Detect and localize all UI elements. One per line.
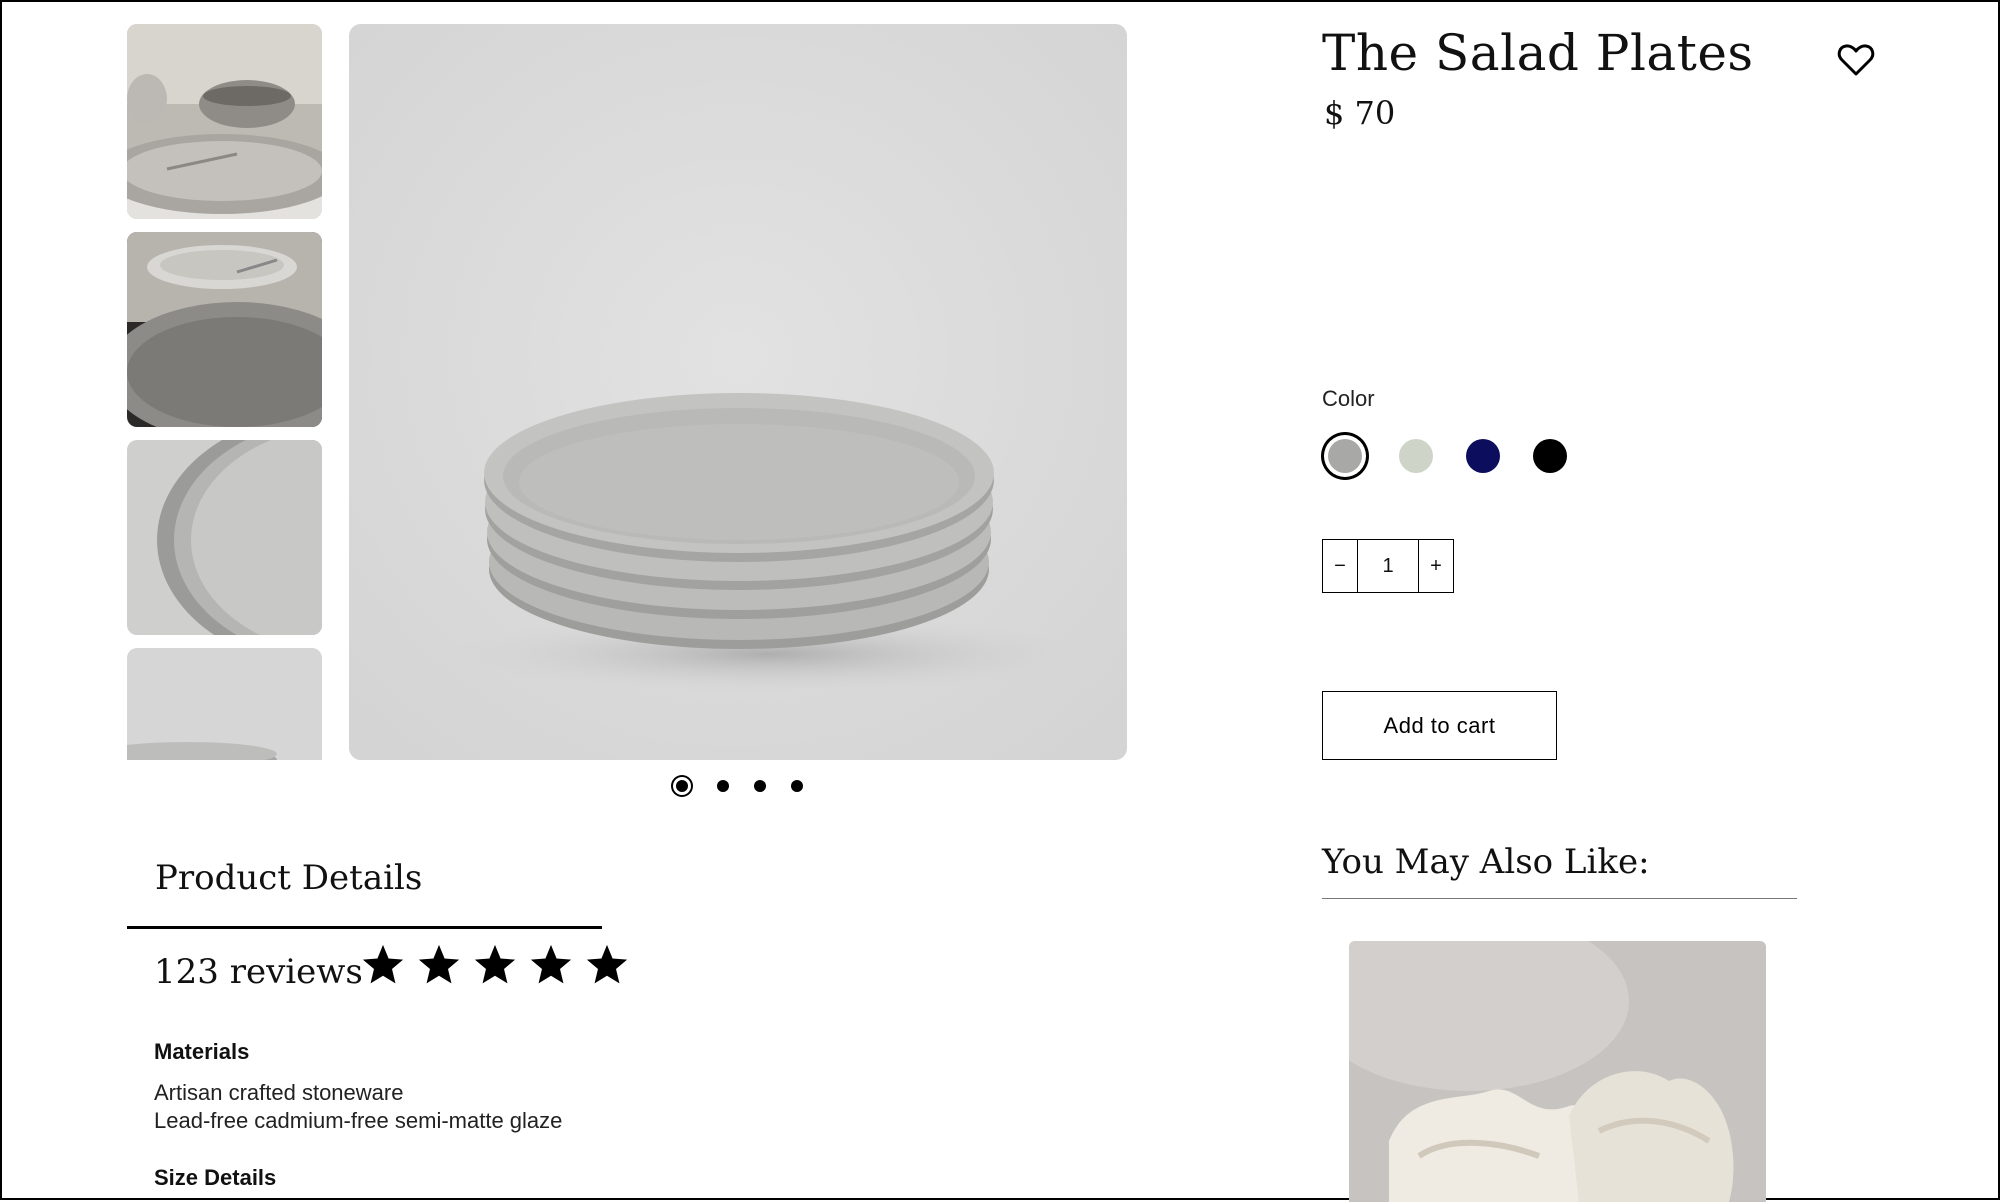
color-label: Color (1322, 386, 1375, 411)
materials-line: Artisan crafted stoneware (154, 1080, 404, 1105)
reviews-count[interactable]: 123 reviews (154, 952, 363, 992)
materials-heading: Materials (154, 1039, 250, 1064)
materials-line: Lead-free cadmium-free semi-matte glaze (154, 1108, 563, 1133)
star-icon (586, 944, 628, 984)
tab-product-details[interactable]: Product Details (127, 854, 602, 929)
star-icon (362, 944, 404, 984)
color-swatches[interactable] (1321, 439, 1600, 473)
star-icon (530, 944, 572, 984)
heart-icon[interactable] (1836, 40, 1876, 80)
carousel-dots[interactable] (672, 774, 828, 798)
star-icon (474, 944, 516, 984)
recommendations-header: You May Also Like: (1322, 842, 1797, 899)
thumbnail-strip[interactable] (127, 24, 322, 760)
color-swatch-navy[interactable] (1466, 439, 1500, 473)
star-icon (418, 944, 460, 984)
recommendations-heading: You May Also Like: (1322, 842, 1650, 882)
color-swatch-black[interactable] (1533, 439, 1567, 473)
thumbnail-2[interactable] (127, 232, 322, 427)
quantity-plus-button[interactable]: + (1419, 540, 1453, 592)
product-price: $ 70 (1324, 94, 1396, 132)
size-details-heading: Size Details (154, 1165, 277, 1190)
product-details-label: Product Details (155, 858, 423, 898)
carousel-dot-3[interactable] (754, 780, 766, 792)
quantity-minus-button[interactable]: − (1323, 540, 1357, 592)
product-title: The Salad Plates (1322, 24, 1754, 82)
color-swatch-sage[interactable] (1399, 439, 1433, 473)
carousel-dot-1[interactable] (676, 780, 688, 792)
color-swatch-gray[interactable] (1328, 439, 1362, 473)
thumbnail-3[interactable] (127, 440, 322, 635)
add-to-cart-button[interactable]: Add to cart (1322, 691, 1557, 760)
recommendation-card[interactable] (1349, 941, 1766, 1202)
quantity-value[interactable]: 1 (1357, 540, 1419, 592)
star-rating (360, 942, 640, 988)
main-product-image (349, 24, 1127, 760)
thumbnail-4[interactable] (127, 648, 322, 760)
quantity-stepper[interactable]: − 1 + (1322, 539, 1454, 593)
carousel-dot-2[interactable] (717, 780, 729, 792)
thumbnail-1[interactable] (127, 24, 322, 219)
carousel-dot-4[interactable] (791, 780, 803, 792)
